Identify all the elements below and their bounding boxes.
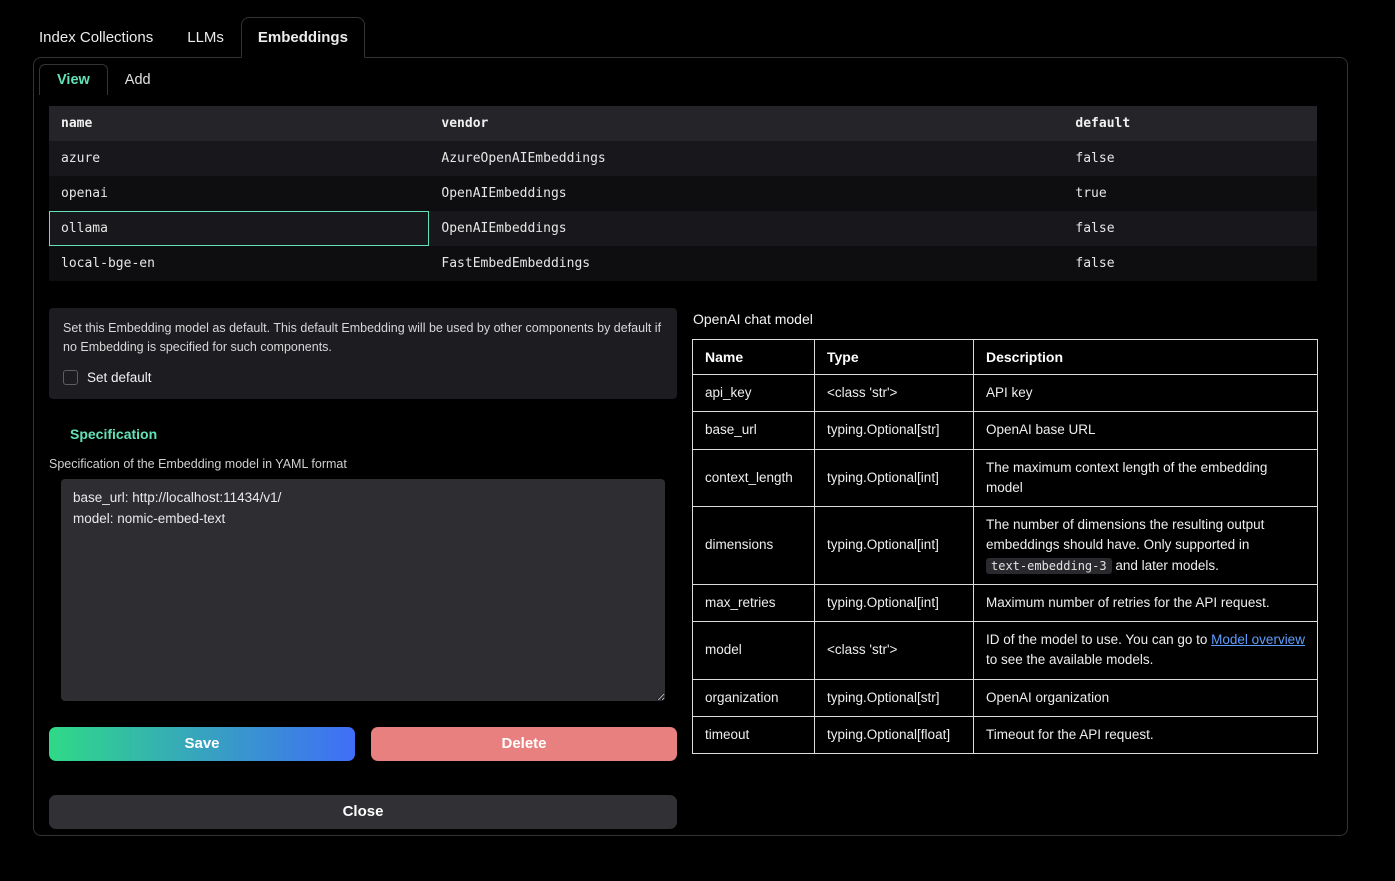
- top-tab-bar: Index Collections LLMs Embeddings: [0, 0, 1395, 57]
- spec-param-type: typing.Optional[str]: [815, 679, 974, 716]
- table-header-row: name vendor default: [49, 106, 1317, 141]
- desc-text: The number of dimensions the resulting o…: [986, 517, 1264, 552]
- spec-param-desc: API key: [974, 375, 1318, 412]
- yaml-spec-input[interactable]: base_url: http://localhost:11434/v1/ mod…: [61, 479, 665, 701]
- inline-code-text-embedding-3: text-embedding-3: [986, 558, 1112, 574]
- desc-text: to see the available models.: [986, 652, 1153, 667]
- sub-tab-bar: View Add: [34, 58, 1347, 95]
- tab-llms[interactable]: LLMs: [170, 17, 241, 57]
- cell-vendor[interactable]: AzureOpenAIEmbeddings: [429, 141, 1063, 176]
- column-header-vendor: vendor: [429, 106, 1063, 141]
- edit-column: Set this Embedding model as default. Thi…: [49, 308, 677, 829]
- model-spec-title: OpenAI chat model: [693, 311, 1318, 327]
- spec-param-type: <class 'str'>: [815, 375, 974, 412]
- tab-index-collections[interactable]: Index Collections: [22, 17, 170, 57]
- cell-default[interactable]: false: [1063, 211, 1317, 246]
- specification-heading: Specification: [70, 426, 677, 442]
- spec-param-name: api_key: [693, 375, 815, 412]
- set-default-card: Set this Embedding model as default. Thi…: [49, 308, 677, 399]
- spec-row-api-key: api_key <class 'str'> API key: [693, 375, 1318, 412]
- cell-vendor[interactable]: OpenAIEmbeddings: [429, 176, 1063, 211]
- cell-name[interactable]: openai: [49, 176, 429, 211]
- cell-default[interactable]: false: [1063, 141, 1317, 176]
- embeddings-table-wrap: name vendor default azure AzureOpenAIEmb…: [49, 106, 1317, 281]
- cell-name[interactable]: azure: [49, 141, 429, 176]
- embeddings-panel: View Add name vendor default azure Azure…: [33, 57, 1348, 836]
- tab-add[interactable]: Add: [108, 65, 168, 95]
- cell-default[interactable]: true: [1063, 176, 1317, 211]
- model-spec-table: Name Type Description api_key <class 'st…: [692, 339, 1318, 754]
- cell-vendor[interactable]: FastEmbedEmbeddings: [429, 246, 1063, 281]
- model-overview-link[interactable]: Model overview: [1211, 632, 1305, 647]
- spec-row-organization: organization typing.Optional[str] OpenAI…: [693, 679, 1318, 716]
- table-row-ollama[interactable]: ollama OpenAIEmbeddings false: [49, 211, 1317, 246]
- spec-param-name: model: [693, 622, 815, 680]
- spec-param-name: dimensions: [693, 507, 815, 585]
- spec-param-type: typing.Optional[int]: [815, 584, 974, 621]
- spec-param-type: typing.Optional[int]: [815, 507, 974, 585]
- spec-param-desc: The number of dimensions the resulting o…: [974, 507, 1318, 585]
- detail-area: Set this Embedding model as default. Thi…: [49, 308, 1318, 829]
- tab-embeddings[interactable]: Embeddings: [241, 17, 365, 58]
- spec-row-base-url: base_url typing.Optional[str] OpenAI bas…: [693, 412, 1318, 449]
- table-row-openai[interactable]: openai OpenAIEmbeddings true: [49, 176, 1317, 211]
- spec-row-timeout: timeout typing.Optional[float] Timeout f…: [693, 716, 1318, 753]
- spec-row-max-retries: max_retries typing.Optional[int] Maximum…: [693, 584, 1318, 621]
- cell-name[interactable]: local-bge-en: [49, 246, 429, 281]
- table-row-local-bge-en[interactable]: local-bge-en FastEmbedEmbeddings false: [49, 246, 1317, 281]
- action-button-row: Save Delete: [49, 727, 677, 761]
- spec-param-desc: OpenAI base URL: [974, 412, 1318, 449]
- desc-text: and later models.: [1112, 558, 1219, 573]
- spec-header-description: Description: [974, 340, 1318, 375]
- spec-param-desc: Timeout for the API request.: [974, 716, 1318, 753]
- spec-header-name: Name: [693, 340, 815, 375]
- spec-row-dimensions: dimensions typing.Optional[int] The numb…: [693, 507, 1318, 585]
- set-default-checkbox-row[interactable]: Set default: [63, 370, 663, 385]
- spec-param-type: typing.Optional[str]: [815, 412, 974, 449]
- cell-vendor[interactable]: OpenAIEmbeddings: [429, 211, 1063, 246]
- specification-hint: Specification of the Embedding model in …: [49, 457, 677, 471]
- cell-name-selected[interactable]: ollama: [49, 211, 429, 246]
- column-header-default: default: [1063, 106, 1317, 141]
- spec-param-desc: OpenAI organization: [974, 679, 1318, 716]
- spec-param-type: typing.Optional[int]: [815, 449, 974, 507]
- spec-param-desc: ID of the model to use. You can go to Mo…: [974, 622, 1318, 680]
- model-spec-column: OpenAI chat model Name Type Description …: [692, 308, 1318, 829]
- save-button[interactable]: Save: [49, 727, 355, 761]
- cell-default[interactable]: false: [1063, 246, 1317, 281]
- spec-param-desc: The maximum context length of the embedd…: [974, 449, 1318, 507]
- spec-header-row: Name Type Description: [693, 340, 1318, 375]
- spec-param-type: <class 'str'>: [815, 622, 974, 680]
- set-default-checkbox[interactable]: [63, 370, 78, 385]
- spec-param-type: typing.Optional[float]: [815, 716, 974, 753]
- spec-row-context-length: context_length typing.Optional[int] The …: [693, 449, 1318, 507]
- set-default-label: Set default: [87, 370, 152, 385]
- spec-param-name: organization: [693, 679, 815, 716]
- spec-param-name: base_url: [693, 412, 815, 449]
- tab-view[interactable]: View: [39, 64, 108, 95]
- embeddings-table: name vendor default azure AzureOpenAIEmb…: [49, 106, 1317, 281]
- spec-param-name: context_length: [693, 449, 815, 507]
- spec-param-name: timeout: [693, 716, 815, 753]
- desc-text: ID of the model to use. You can go to: [986, 632, 1211, 647]
- table-row-azure[interactable]: azure AzureOpenAIEmbeddings false: [49, 141, 1317, 176]
- column-header-name: name: [49, 106, 429, 141]
- set-default-description: Set this Embedding model as default. Thi…: [63, 319, 663, 358]
- spec-row-model: model <class 'str'> ID of the model to u…: [693, 622, 1318, 680]
- close-button[interactable]: Close: [49, 795, 677, 829]
- spec-param-desc: Maximum number of retries for the API re…: [974, 584, 1318, 621]
- delete-button[interactable]: Delete: [371, 727, 677, 761]
- spec-header-type: Type: [815, 340, 974, 375]
- spec-param-name: max_retries: [693, 584, 815, 621]
